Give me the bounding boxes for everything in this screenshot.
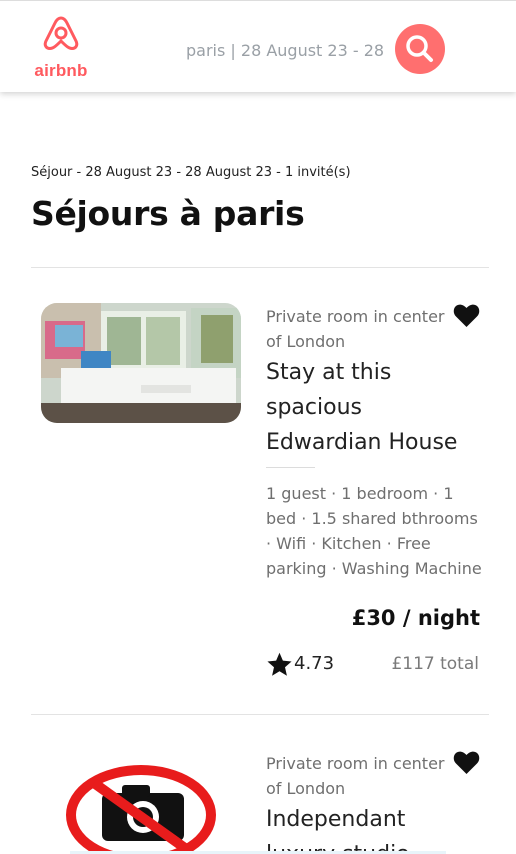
- listing-price: £30 / night: [351, 606, 480, 630]
- listing-type: Private room in center of London: [266, 754, 445, 798]
- heart-icon: [453, 751, 480, 774]
- bedroom-photo: [41, 303, 241, 423]
- search-button[interactable]: [395, 24, 445, 74]
- listing-type: Private room in center of London: [266, 307, 445, 351]
- listing-title[interactable]: Independant luxury studio: [266, 802, 481, 854]
- favorite-button[interactable]: [453, 304, 480, 328]
- favorite-button[interactable]: [453, 751, 480, 775]
- airbnb-logo[interactable]: airbnb: [30, 15, 92, 81]
- star-icon: [267, 652, 292, 676]
- search-input[interactable]: [186, 37, 386, 63]
- heart-icon: [453, 304, 480, 327]
- listing-rating: 4.73: [294, 653, 335, 674]
- search-summary: Séjour - 28 August 23 - 28 August 23 - 1…: [31, 165, 351, 180]
- divider: [31, 267, 489, 268]
- logo-text: airbnb: [34, 61, 88, 80]
- divider: [31, 714, 489, 715]
- listing-photo[interactable]: [64, 763, 218, 854]
- title-rule: [266, 467, 315, 468]
- top-navbar: airbnb: [0, 0, 516, 92]
- airbnb-logo-icon: [43, 16, 79, 50]
- listing-photo[interactable]: [41, 303, 241, 423]
- listing-title[interactable]: Stay at this spacious Edwardian House: [266, 355, 481, 460]
- page-title: Séjours à paris: [31, 194, 305, 233]
- no-photo-icon: [66, 765, 216, 854]
- listing-total: £117 total: [391, 654, 479, 674]
- search-icon: [406, 35, 433, 62]
- listing-amenities: 1 guest · 1 bedroom · 1 bed · 1.5 shared…: [266, 484, 482, 578]
